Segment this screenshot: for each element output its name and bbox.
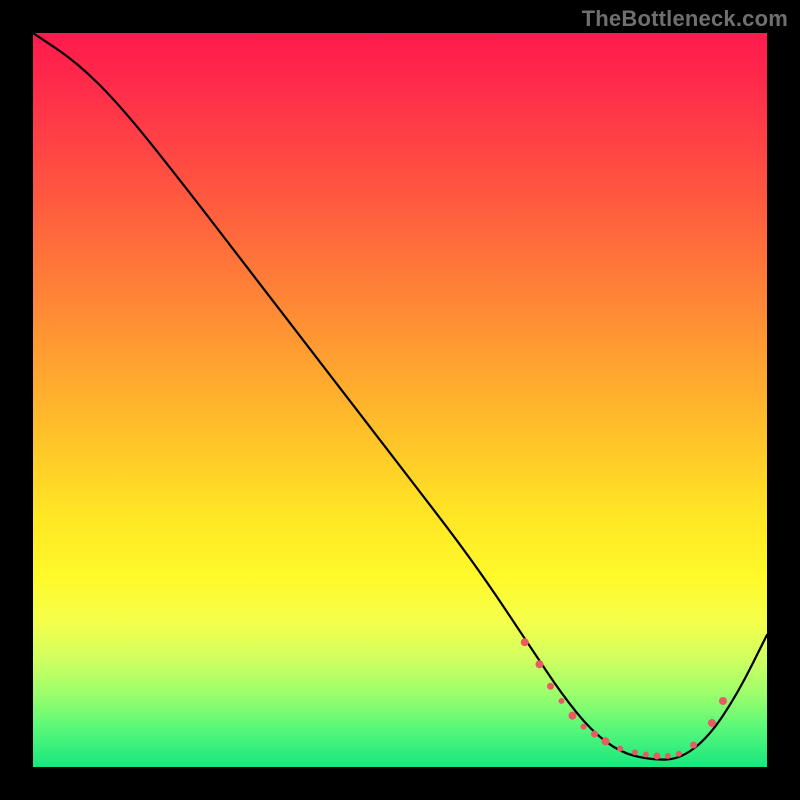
marker-dot bbox=[617, 746, 623, 752]
marker-dot bbox=[643, 752, 649, 758]
marker-cluster bbox=[521, 638, 727, 759]
chart-frame: TheBottleneck.com bbox=[0, 0, 800, 800]
marker-dot bbox=[665, 753, 671, 759]
marker-dot bbox=[708, 719, 716, 727]
bottleneck-curve bbox=[33, 33, 767, 760]
marker-dot bbox=[521, 638, 529, 646]
marker-dot bbox=[568, 712, 576, 720]
marker-dot bbox=[719, 697, 727, 705]
marker-dot bbox=[602, 737, 610, 745]
marker-dot bbox=[632, 749, 638, 755]
marker-dot bbox=[676, 751, 682, 757]
marker-dot bbox=[535, 660, 543, 668]
marker-dot bbox=[558, 698, 564, 704]
marker-dot bbox=[690, 741, 697, 748]
marker-dot bbox=[591, 730, 598, 737]
plot-area bbox=[33, 33, 767, 767]
marker-dot bbox=[581, 724, 587, 730]
marker-dot bbox=[653, 752, 660, 759]
marker-dot bbox=[547, 683, 554, 690]
attribution-label: TheBottleneck.com bbox=[582, 6, 788, 32]
curve-layer bbox=[33, 33, 767, 767]
